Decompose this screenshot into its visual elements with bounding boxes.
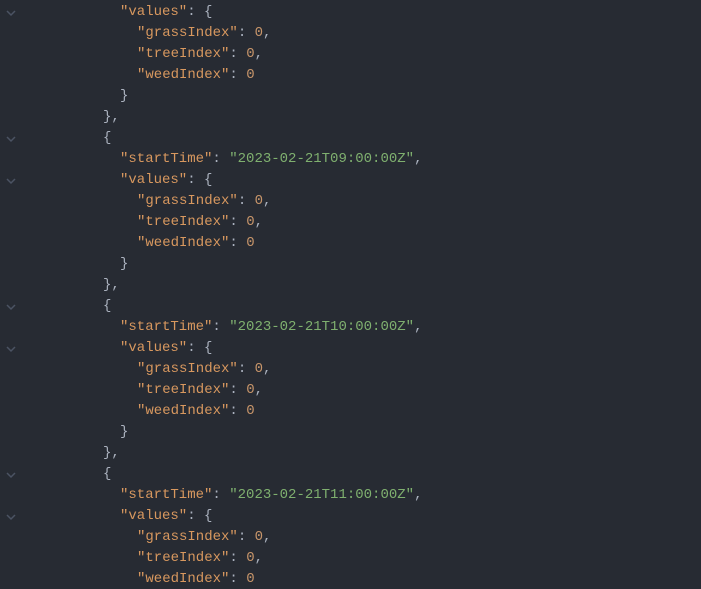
object-close: }, xyxy=(103,107,120,128)
fold-chevron-icon[interactable] xyxy=(0,128,22,149)
object-open: { xyxy=(103,128,111,149)
prop-weedindex: "weedIndex": 0 xyxy=(137,233,255,254)
fold-chevron-icon[interactable] xyxy=(0,170,22,191)
fold-chevron-icon[interactable] xyxy=(0,506,22,527)
json-editor: "values": {"grassIndex": 0,"treeIndex": … xyxy=(0,0,701,589)
prop-values: "values": { xyxy=(120,338,212,359)
values-close: } xyxy=(120,254,128,275)
prop-starttime: "startTime": "2023-02-21T09:00:00Z", xyxy=(120,149,422,170)
object-close: }, xyxy=(103,275,120,296)
prop-grassindex: "grassIndex": 0, xyxy=(137,527,271,548)
prop-treeindex: "treeIndex": 0, xyxy=(137,212,263,233)
values-close: } xyxy=(120,86,128,107)
prop-weedindex: "weedIndex": 0 xyxy=(137,569,255,589)
prop-treeindex: "treeIndex": 0, xyxy=(137,380,263,401)
fold-chevron-icon[interactable] xyxy=(0,2,22,23)
values-close: } xyxy=(120,422,128,443)
object-open: { xyxy=(103,296,111,317)
prop-values: "values": { xyxy=(120,506,212,527)
prop-starttime: "startTime": "2023-02-21T11:00:00Z", xyxy=(120,485,422,506)
prop-treeindex: "treeIndex": 0, xyxy=(137,44,263,65)
prop-weedindex: "weedIndex": 0 xyxy=(137,65,255,86)
prop-weedindex: "weedIndex": 0 xyxy=(137,401,255,422)
fold-chevron-icon[interactable] xyxy=(0,296,22,317)
prop-starttime: "startTime": "2023-02-21T10:00:00Z", xyxy=(120,317,422,338)
prop-grassindex: "grassIndex": 0, xyxy=(137,359,271,380)
prop-values: "values": { xyxy=(120,170,212,191)
object-open: { xyxy=(103,464,111,485)
fold-chevron-icon[interactable] xyxy=(0,464,22,485)
object-close: }, xyxy=(103,443,120,464)
fold-chevron-icon[interactable] xyxy=(0,338,22,359)
prop-grassindex: "grassIndex": 0, xyxy=(137,191,271,212)
prop-treeindex: "treeIndex": 0, xyxy=(137,548,263,569)
prop-values: "values": { xyxy=(120,2,212,23)
prop-grassindex: "grassIndex": 0, xyxy=(137,23,271,44)
